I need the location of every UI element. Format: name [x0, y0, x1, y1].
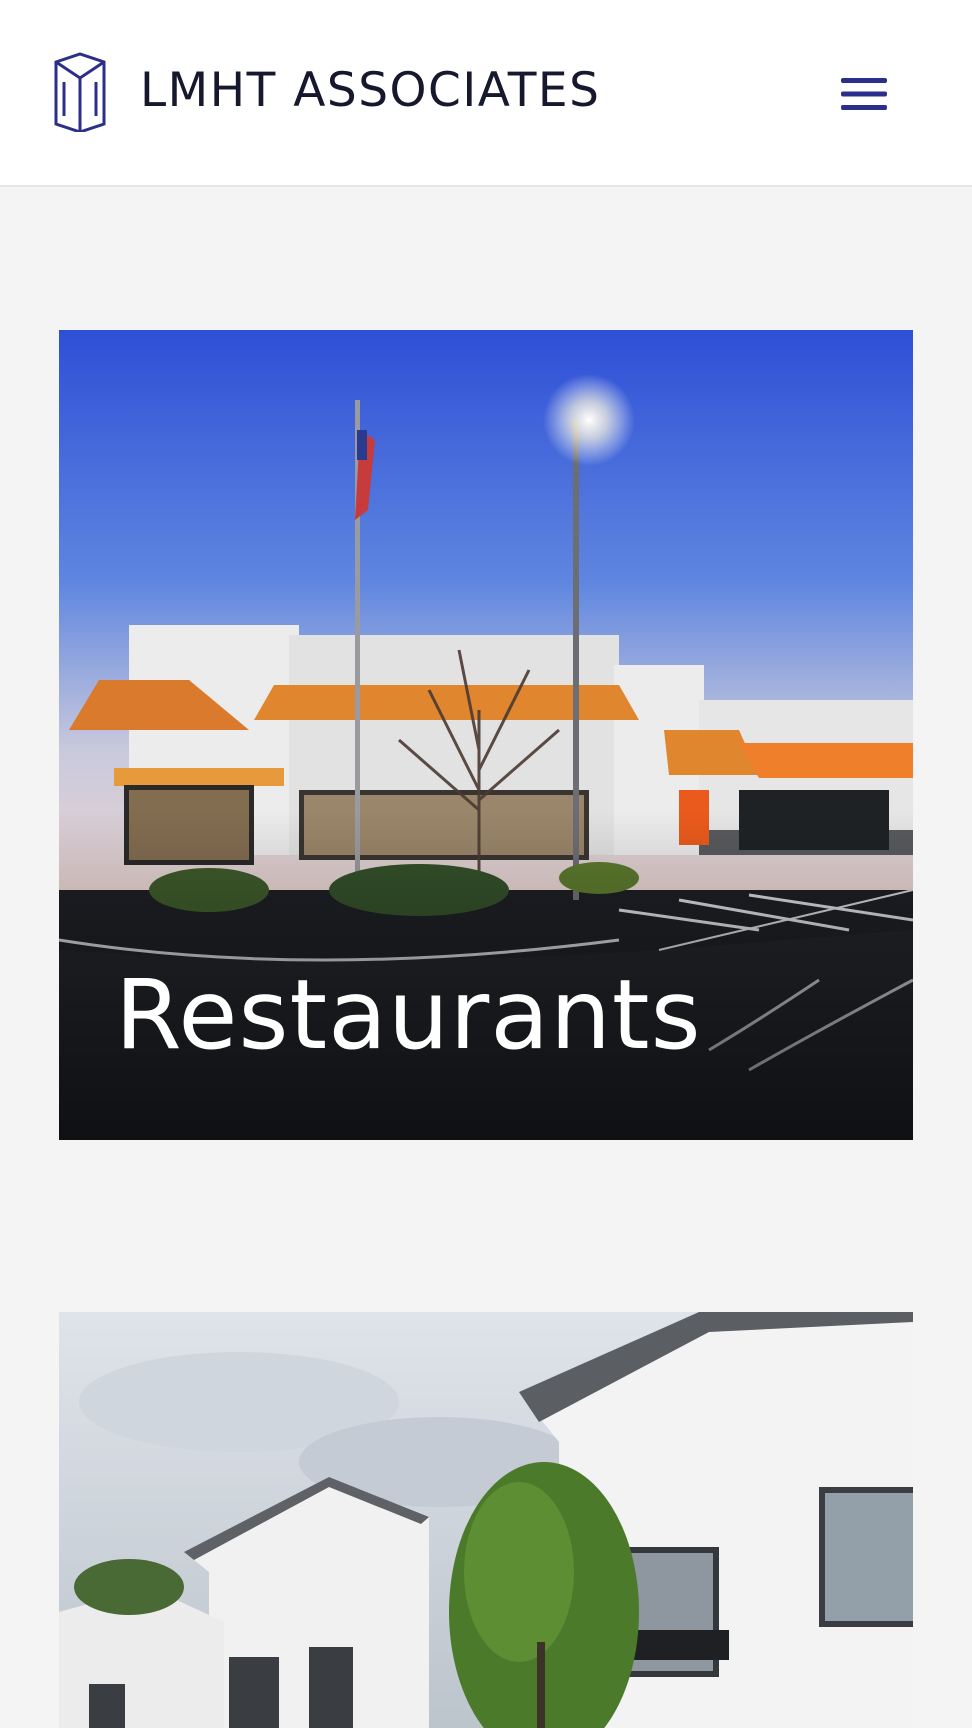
brand-name[interactable]: LMHT ASSOCIATES	[140, 62, 600, 120]
lmht-logo-icon	[54, 52, 106, 132]
menu-button[interactable]	[832, 68, 896, 120]
white-residential-buildings-photo	[59, 1312, 913, 1728]
restaurants-card[interactable]: Restaurants	[59, 330, 913, 1140]
site-header: LMHT ASSOCIATES	[0, 0, 972, 187]
card-title-restaurants: Restaurants	[115, 959, 702, 1071]
residential-card[interactable]	[59, 1312, 913, 1728]
hamburger-menu-icon	[841, 78, 887, 110]
